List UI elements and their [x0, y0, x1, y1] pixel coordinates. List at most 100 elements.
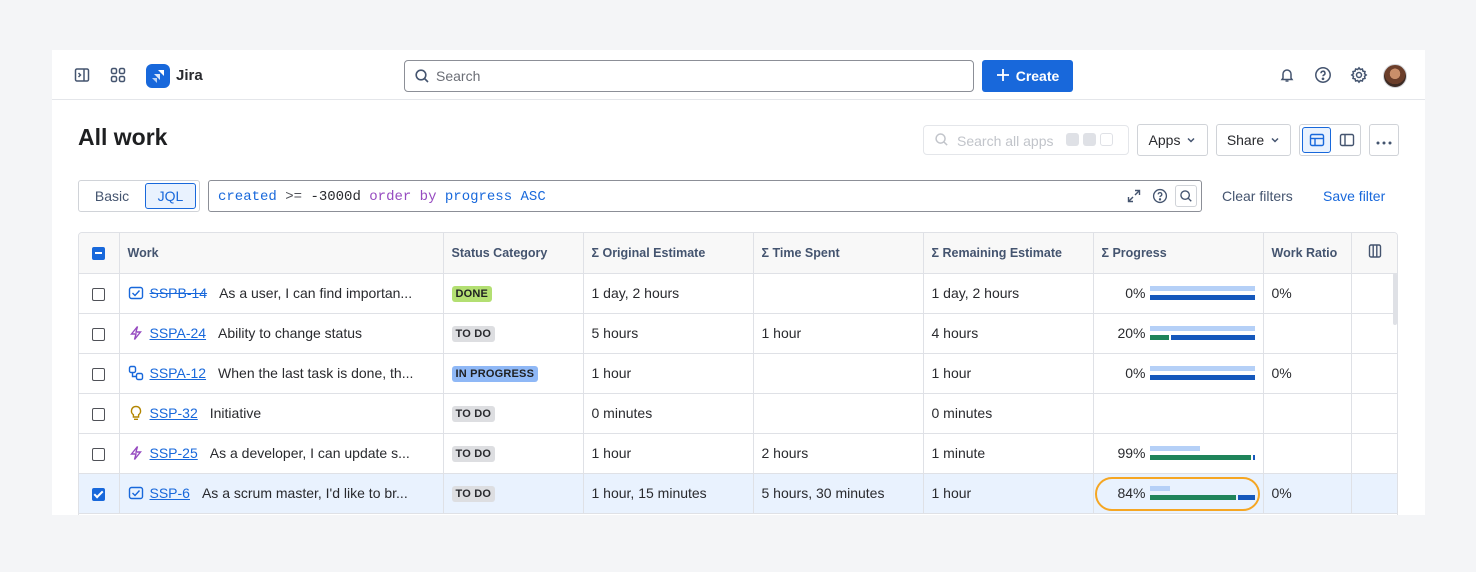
status-lozenge[interactable]: DONE	[451, 286, 493, 302]
issue-summary[interactable]: As a scrum master, I'd like to br...	[202, 485, 408, 501]
row-checkbox-cell	[79, 433, 120, 474]
share-label: Share	[1226, 132, 1265, 148]
work-cell: SSPA-24 Ability to change status	[119, 313, 444, 354]
more-actions-button[interactable]	[1369, 124, 1399, 156]
issue-key-link[interactable]: SSP-32	[150, 405, 198, 421]
jql-mode-button[interactable]: JQL	[145, 183, 196, 209]
status-lozenge[interactable]: TO DO	[451, 326, 496, 342]
jql-query-input[interactable]: created >= -3000d order by progress ASC	[208, 180, 1202, 212]
status-cell: TO DO	[443, 313, 584, 354]
time-spent-cell	[753, 393, 924, 434]
work-cell: SSP-25 As a developer, I can update s...	[119, 433, 444, 474]
jira-logo-icon[interactable]	[146, 64, 170, 88]
column-header[interactable]: Σ Progress	[1093, 233, 1264, 274]
apps-dropdown-button[interactable]: Apps	[1137, 124, 1208, 156]
app-switcher-icon[interactable]	[106, 63, 130, 87]
global-search-input[interactable]: Search	[404, 60, 974, 92]
column-header[interactable]: Status Category	[443, 233, 584, 274]
help-icon[interactable]	[1149, 185, 1171, 207]
page-title: All work	[78, 124, 168, 150]
progress-cell: 84%	[1093, 473, 1264, 514]
list-view-icon[interactable]	[1302, 127, 1331, 153]
progress-cell	[1093, 393, 1264, 434]
row-checkbox[interactable]	[92, 327, 106, 341]
status-lozenge[interactable]: IN PROGRESS	[451, 366, 539, 382]
row-checkbox[interactable]	[92, 487, 106, 501]
column-header[interactable]: Σ Original Estimate	[583, 233, 754, 274]
column-header[interactable]: Σ Remaining Estimate	[923, 233, 1094, 274]
settings-gear-icon[interactable]	[1347, 63, 1371, 87]
help-icon[interactable]	[1311, 63, 1335, 87]
issue-key-link[interactable]: SSP-25	[150, 445, 198, 461]
progress-bars	[1149, 286, 1255, 300]
remaining-bar	[1149, 295, 1255, 300]
work-cell: SSPB-14 As a user, I can find importan...	[119, 273, 444, 314]
time-spent-cell	[753, 273, 924, 314]
issue-summary[interactable]: As a developer, I can update s...	[210, 445, 410, 461]
issue-summary[interactable]: As a user, I can find importan...	[219, 285, 412, 301]
row-checkbox-cell	[79, 273, 120, 314]
more-icon	[1376, 132, 1392, 148]
select-all-checkbox[interactable]	[92, 246, 106, 260]
apps-search-input[interactable]: Search all apps	[923, 125, 1129, 155]
app-icon	[1100, 133, 1113, 146]
notifications-bell-icon[interactable]	[1275, 63, 1299, 87]
table-row[interactable]: SSP-25 As a developer, I can update s... T…	[79, 433, 1397, 474]
status-lozenge[interactable]: TO DO	[451, 486, 496, 502]
issue-key-link[interactable]: SSPA-12	[150, 365, 207, 381]
save-filter-button[interactable]: Save filter	[1323, 188, 1385, 204]
remaining-bar	[1252, 455, 1255, 460]
progress-percent: 0%	[1125, 285, 1146, 301]
jql-field: created	[218, 189, 277, 205]
row-checkbox[interactable]	[92, 407, 106, 421]
row-checkbox[interactable]	[92, 367, 106, 381]
status-lozenge[interactable]: TO DO	[451, 446, 496, 462]
column-header[interactable]: Work	[119, 233, 444, 274]
work-ratio-cell	[1263, 313, 1352, 354]
column-header[interactable]: Σ Time Spent	[753, 233, 924, 274]
table-row[interactable]: SSPB-14 As a user, I can find importan...…	[79, 273, 1397, 314]
work-cell: SSP-6 As a scrum master, I'd like to br..…	[119, 473, 444, 514]
issue-summary[interactable]: When the last task is done, th...	[218, 365, 413, 381]
search-icon[interactable]	[1175, 185, 1197, 207]
app-name[interactable]: Jira	[176, 67, 203, 84]
progress-indicator: 0%	[1102, 365, 1255, 381]
sidebar-toggle-icon[interactable]	[70, 63, 94, 87]
work-items-table: Work Status Category Σ Original Estimate…	[78, 232, 1398, 515]
table-row[interactable]: SSPA-12 When the last task is done, th...…	[79, 353, 1397, 394]
issue-key-link[interactable]: SSPB-14	[150, 285, 208, 301]
detail-view-icon[interactable]	[1333, 125, 1360, 155]
search-placeholder: Search	[436, 68, 481, 84]
remaining-bar	[1149, 375, 1255, 380]
vertical-scrollbar[interactable]	[1393, 273, 1397, 325]
work-cell: SSPA-12 When the last task is done, th...	[119, 353, 444, 394]
issue-key-link[interactable]: SSPA-24	[150, 325, 207, 341]
row-checkbox[interactable]	[92, 447, 106, 461]
basic-mode-button[interactable]: Basic	[79, 188, 145, 204]
status-cell: DONE	[443, 273, 584, 314]
row-checkbox[interactable]	[92, 287, 106, 301]
issue-summary[interactable]: Ability to change status	[218, 325, 362, 341]
table-row[interactable]: SSP-32 Initiative TO DO 0 minutes 0 minutes	[79, 393, 1397, 434]
column-header[interactable]: Work Ratio	[1263, 233, 1352, 274]
share-dropdown-button[interactable]: Share	[1216, 124, 1291, 156]
original-estimate-cell: 1 hour	[583, 433, 754, 474]
progress-cell: 20%	[1093, 313, 1264, 354]
search-icon	[414, 68, 430, 89]
jira-app: Jira Search Create All work Search all a…	[52, 50, 1425, 515]
column-picker-icon[interactable]	[1368, 244, 1382, 261]
issue-summary[interactable]: Initiative	[210, 405, 261, 421]
create-button[interactable]: Create	[982, 60, 1073, 92]
status-cell: IN PROGRESS	[443, 353, 584, 394]
jql-sort-direction: ASC	[520, 189, 546, 205]
original-estimate-cell: 1 hour, 15 minutes	[583, 473, 754, 514]
empty-cell	[1351, 353, 1397, 394]
table-row[interactable]: SSPA-24 Ability to change status TO DO 5 ho…	[79, 313, 1397, 354]
table-row[interactable]: SSP-6 As a scrum master, I'd like to br..…	[79, 473, 1397, 514]
user-avatar[interactable]	[1383, 64, 1407, 88]
issue-key-link[interactable]: SSP-6	[150, 485, 190, 501]
time-spent-cell	[753, 353, 924, 394]
clear-filters-button[interactable]: Clear filters	[1222, 188, 1293, 204]
expand-icon[interactable]	[1123, 185, 1145, 207]
status-lozenge[interactable]: TO DO	[451, 406, 496, 422]
